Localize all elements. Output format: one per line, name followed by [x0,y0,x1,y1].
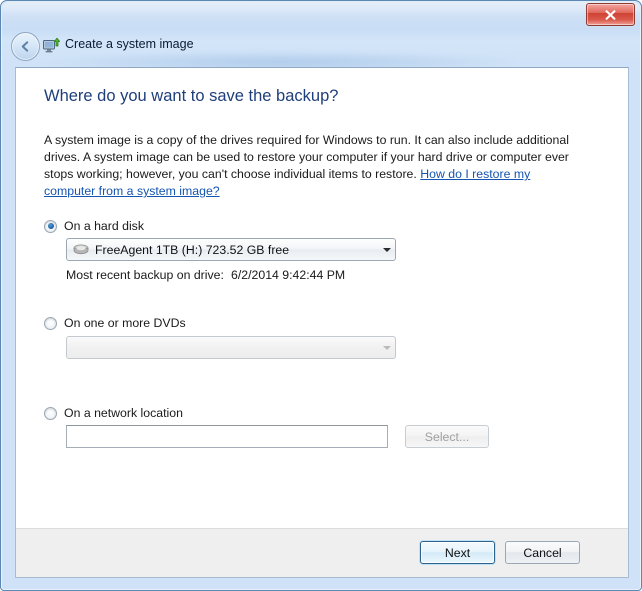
radio-on-a-network-location[interactable]: On a network location [44,406,183,420]
radio-indicator-network[interactable] [44,406,57,420]
hard-disk-dropdown-value-wrap: FreeAgent 1TB (H:) 723.52 GB free [67,243,378,257]
chevron-down-icon-dvd [378,337,395,358]
chevron-down-icon[interactable] [378,239,395,260]
dialog-client-area: Where do you want to save the backup? A … [15,67,629,578]
close-button[interactable] [586,3,635,26]
create-system-image-window: Create a system image Where do you want … [0,0,642,591]
select-button: Select... [405,425,489,448]
wizard-page: Where do you want to save the backup? A … [16,68,628,529]
titlebar-glass-highlight [2,2,640,28]
page-description: A system image is a copy of the drives r… [44,132,582,200]
radio-label-dvds: On one or more DVDs [64,316,186,330]
radio-on-one-or-more-dvds[interactable]: On one or more DVDs [44,316,186,330]
radio-label-network: On a network location [64,406,183,420]
cancel-button[interactable]: Cancel [505,541,580,564]
next-button[interactable]: Next [420,541,495,564]
recent-backup-value: 6/2/2014 9:42:44 PM [231,268,346,282]
network-location-input[interactable] [66,425,388,448]
recent-backup-label: Most recent backup on drive: [66,268,224,282]
hard-disk-icon [73,244,89,255]
system-image-monitor-icon [43,37,60,53]
hard-disk-dropdown-value: FreeAgent 1TB (H:) 723.52 GB free [95,242,290,257]
radio-on-a-hard-disk[interactable]: On a hard disk [44,219,144,233]
close-icon [605,9,616,20]
hard-disk-dropdown[interactable]: FreeAgent 1TB (H:) 723.52 GB free [66,238,396,261]
page-title: Where do you want to save the backup? [44,87,339,105]
back-arrow-icon [21,41,29,52]
radio-indicator-hard-disk[interactable] [44,219,57,233]
dvd-dropdown [66,336,396,359]
radio-label-hard-disk: On a hard disk [64,219,144,233]
dialog-footer: Next Cancel [16,528,628,577]
radio-indicator-dvds[interactable] [44,316,57,330]
back-button[interactable] [11,32,40,61]
window-title: Create a system image [65,37,194,51]
